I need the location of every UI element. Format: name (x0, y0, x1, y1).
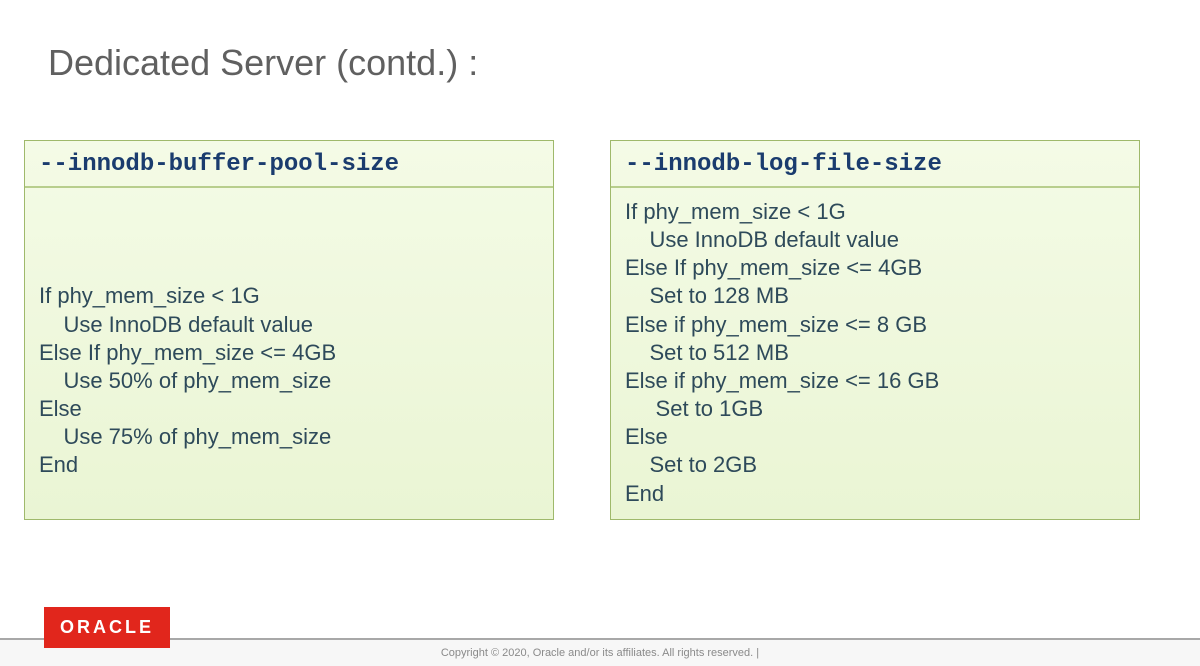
pseudocode-right: If phy_mem_size < 1G Use InnoDB default … (625, 198, 1125, 508)
divider (25, 186, 553, 188)
oracle-logo: ORACLE (44, 607, 170, 648)
slide: Dedicated Server (contd.) : --innodb-buf… (0, 0, 1200, 666)
code-box-buffer-pool: --innodb-buffer-pool-size If phy_mem_siz… (24, 140, 554, 520)
option-name-left: --innodb-buffer-pool-size (39, 151, 539, 178)
option-name-right: --innodb-log-file-size (625, 151, 1125, 178)
pseudocode-left: If phy_mem_size < 1G Use InnoDB default … (39, 198, 539, 480)
divider (611, 186, 1139, 188)
code-box-log-file: --innodb-log-file-size If phy_mem_size <… (610, 140, 1140, 520)
slide-title: Dedicated Server (contd.) : (48, 42, 478, 84)
copyright-line: Copyright © 2020, Oracle and/or its affi… (0, 638, 1200, 666)
footer: Copyright © 2020, Oracle and/or its affi… (0, 618, 1200, 666)
